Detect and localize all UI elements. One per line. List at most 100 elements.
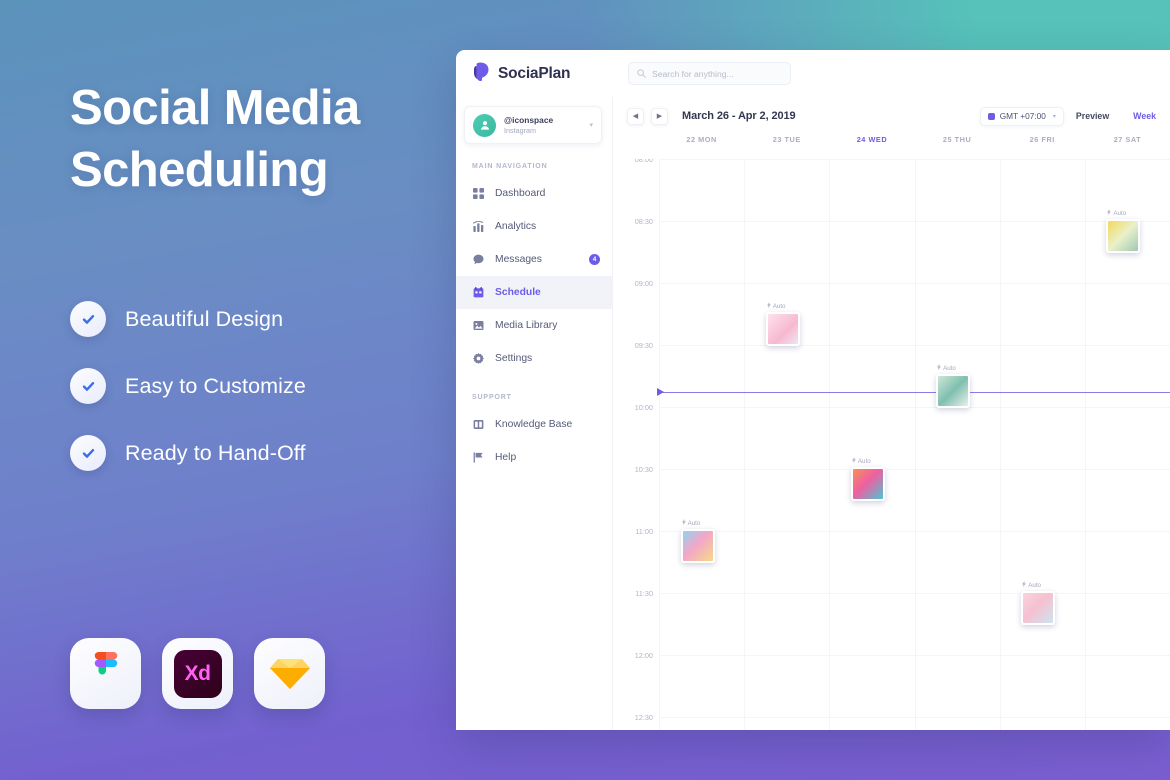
event-auto-label: Auto <box>1028 581 1041 589</box>
event-auto-label: Auto <box>857 457 871 465</box>
sidebar-item-label: Settings <box>495 353 533 364</box>
feature-label: Beautiful Design <box>125 306 284 331</box>
calendar-day-header: 22 MON 23 TUE 24 WED 25 THU 26 FRI 27 SAT <box>613 135 1170 159</box>
event-meta: Auto <box>936 364 978 372</box>
time-label: 08:00 <box>634 159 653 164</box>
time-row: 09:00 <box>613 279 1170 314</box>
calendar-tools: GMT +07:00 ▾ Preview Week <box>979 106 1170 126</box>
app-window: SociaPlan Search for anything... @iconsp… <box>456 50 1170 730</box>
current-time-marker-icon <box>657 387 664 396</box>
account-network: Instagram <box>504 125 536 135</box>
user-avatar-icon <box>473 113 496 137</box>
nav-section-main-title: MAIN NAVIGATION <box>472 163 548 170</box>
calendar-event[interactable]: Auto <box>1106 209 1148 253</box>
calendar-event[interactable]: Auto <box>765 302 808 346</box>
messages-badge: 4 <box>589 254 600 265</box>
check-circle-icon <box>70 368 106 405</box>
event-thumbnail[interactable] <box>765 312 800 346</box>
sidebar-item-settings[interactable]: Settings <box>456 342 612 375</box>
calendar-event[interactable]: Auto <box>850 457 893 501</box>
feature-item: Beautiful Design <box>70 301 456 338</box>
search-input[interactable]: Search for anything... <box>628 62 791 85</box>
sidebar-item-label: Analytics <box>495 221 537 232</box>
next-week-button[interactable]: ▶ <box>651 107 668 125</box>
lightning-bolt-icon <box>1022 581 1027 589</box>
sidebar-item-schedule[interactable]: Schedule <box>456 276 612 309</box>
event-thumbnail[interactable] <box>1106 219 1141 253</box>
sidebar-item-analytics[interactable]: Analytics <box>456 210 612 243</box>
search-icon <box>637 65 646 83</box>
view-week-tab[interactable]: Week <box>1121 111 1168 121</box>
prev-week-button[interactable]: ◀ <box>627 107 644 125</box>
time-label: 12:00 <box>634 651 653 660</box>
sidebar-item-help[interactable]: Help <box>456 441 612 474</box>
sidebar: @iconspace Instagram ▾ MAIN NAVIGATION D… <box>456 97 612 730</box>
event-meta: Auto <box>1106 209 1148 217</box>
brand[interactable]: SociaPlan <box>474 62 624 86</box>
grid-column-line <box>829 159 831 730</box>
day-column-header[interactable]: 27 SAT <box>1085 135 1170 159</box>
lightning-bolt-icon <box>1107 209 1112 217</box>
timezone-label: GMT +07:00 <box>999 111 1046 121</box>
analytics-bars-icon <box>472 221 485 232</box>
preview-button[interactable]: Preview <box>1064 111 1121 121</box>
feature-label: Ready to Hand-Off <box>125 440 306 465</box>
calendar-event[interactable]: Auto <box>1021 581 1063 625</box>
dashboard-grid-icon <box>472 188 485 199</box>
day-column-header[interactable]: 24 WED <box>829 135 914 159</box>
lightning-bolt-icon <box>851 457 856 465</box>
day-column-header[interactable]: 25 THU <box>915 135 1000 159</box>
lightning-bolt-icon <box>937 364 942 372</box>
time-row: 10:00 <box>613 403 1170 438</box>
sidebar-item-media-library[interactable]: Media Library <box>456 309 612 342</box>
time-label: 11:00 <box>635 527 653 536</box>
event-thumbnail[interactable] <box>680 529 715 563</box>
media-library-icon <box>472 320 485 331</box>
event-thumbnail[interactable] <box>1021 591 1056 625</box>
grid-column-line <box>659 159 660 730</box>
day-column-header[interactable]: 23 TUE <box>744 135 829 159</box>
calendar-header: ◀ ▶ March 26 - Apr 2, 2019 GMT +07:00 ▾ … <box>613 97 1170 135</box>
chevron-down-icon: ▾ <box>1052 113 1056 120</box>
figma-icon <box>70 638 141 709</box>
day-column-header[interactable]: 26 FRI <box>1000 135 1085 159</box>
app-icon-row: Xd <box>70 638 325 709</box>
day-column-header[interactable]: 22 MON <box>659 135 744 159</box>
sidebar-item-label: Help <box>495 452 517 463</box>
flag-icon <box>472 452 485 463</box>
time-label: 10:00 <box>634 403 653 412</box>
event-thumbnail[interactable] <box>936 374 971 408</box>
event-meta: Auto <box>681 519 723 527</box>
chevron-down-icon[interactable]: ▾ <box>589 121 593 129</box>
calendar-event[interactable]: Auto <box>680 519 723 563</box>
event-auto-label: Auto <box>1113 209 1127 217</box>
time-label: 11:30 <box>635 589 653 598</box>
timezone-color-swatch <box>987 112 995 120</box>
grid-column-line <box>1084 159 1086 730</box>
check-circle-icon <box>70 435 106 472</box>
sidebar-item-dashboard[interactable]: Dashboard <box>456 177 612 210</box>
adobe-xd-label: Xd <box>173 649 222 698</box>
promo-title-line-2: Scheduling <box>70 142 329 197</box>
sidebar-item-knowledge-base[interactable]: Knowledge Base <box>456 408 612 441</box>
app-topbar: SociaPlan Search for anything... <box>456 50 1170 97</box>
promo-title: Social Media Scheduling <box>70 78 456 201</box>
sidebar-item-label: Knowledge Base <box>495 419 573 430</box>
event-auto-label: Auto <box>687 519 701 527</box>
time-label: 08:30 <box>634 217 653 226</box>
lightning-bolt-icon <box>766 302 771 310</box>
time-label: 09:00 <box>634 279 653 288</box>
adobe-xd-icon: Xd <box>162 638 233 709</box>
calendar-grid[interactable]: 08:00 08:30 09:00 09:30 10:00 10:30 11:00 11:30… <box>613 159 1170 730</box>
event-meta: Auto <box>1021 581 1063 589</box>
time-label: 12:30 <box>634 713 653 722</box>
messages-bubble-icon <box>472 254 485 265</box>
calendar-event[interactable]: Auto <box>936 364 978 408</box>
event-thumbnail[interactable] <box>850 467 885 501</box>
sidebar-item-label: Media Library <box>495 320 558 331</box>
timezone-select[interactable]: GMT +07:00 ▾ <box>979 106 1064 126</box>
account-selector[interactable]: @iconspace Instagram ▾ <box>464 106 602 144</box>
date-range-label: March 26 - Apr 2, 2019 <box>682 110 796 122</box>
sidebar-item-messages[interactable]: Messages 4 <box>456 243 612 276</box>
calendar-panel: ◀ ▶ March 26 - Apr 2, 2019 GMT +07:00 ▾ … <box>612 97 1170 730</box>
